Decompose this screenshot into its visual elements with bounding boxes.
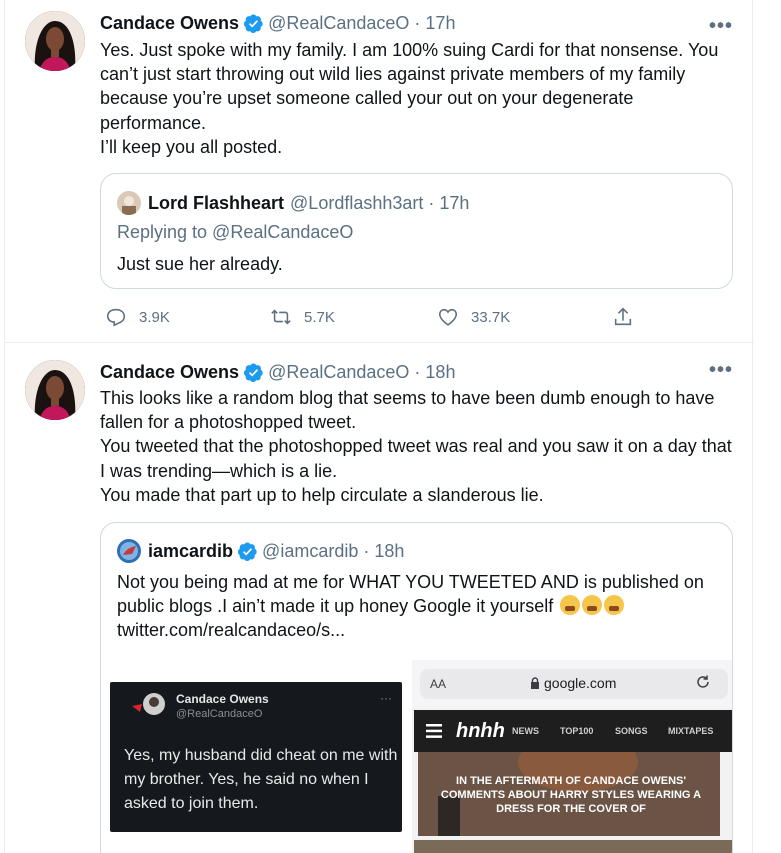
tweet-header: Candace Owens @RealCandaceO · 18h — [100, 360, 455, 384]
quoted-author-name: Lord Flashheart — [148, 192, 285, 213]
screenshot-author-name: Candace Owens — [176, 692, 269, 706]
tweet-text: Yes. Just spoke with my family. I am 100… — [100, 38, 740, 159]
browser-bar: AA google.com — [412, 660, 732, 708]
site-nav-songs: SONGS — [615, 726, 648, 736]
lock-icon — [530, 676, 540, 689]
tweet-text-line: This looks like a random blog that seems… — [100, 388, 715, 433]
retweet-icon — [271, 309, 291, 325]
timestamp[interactable]: 17h — [425, 11, 455, 35]
site-nav-news: NEWS — [512, 726, 539, 736]
quoted-author-handle: @iamcardib — [262, 540, 359, 561]
tweet-text-line: You tweeted that the photoshopped tweet … — [100, 436, 732, 481]
quoted-tweet-text: Just sue her already. — [117, 254, 283, 274]
media-image-right[interactable]: AA google.com hnhh NEWS TOP100 SONGS MIX… — [412, 660, 732, 853]
separator-dot: · — [414, 362, 421, 382]
weary-face-emoji — [560, 595, 581, 615]
article-headline: IN THE AFTERMATH OF CANDACE OWENS' COMME… — [440, 775, 702, 815]
quoted-tweet[interactable]: Lord Flashheart @Lordflashh3art · 17h Re… — [100, 173, 733, 289]
tweet[interactable]: Candace Owens @RealCandaceO · 17h ••• Ye… — [5, 0, 754, 343]
screenshot-card: ··· Candace Owens @RealCandaceO Yes, my … — [110, 682, 402, 832]
avatar — [117, 191, 141, 215]
avatar[interactable] — [25, 360, 85, 420]
separator-dot: · — [414, 13, 421, 33]
hamburger-menu-icon — [426, 724, 442, 738]
site-nav-mixtapes: MIXTAPES — [668, 726, 714, 736]
avatar — [117, 539, 141, 563]
tweet[interactable]: Candace Owens @RealCandaceO · 18h ••• Th… — [5, 344, 754, 853]
quoted-tweet-text: Not you being mad at me for WHAT YOU TWE… — [117, 570, 717, 642]
replying-to: Replying to @RealCandaceO — [117, 222, 354, 242]
separator-dot: · — [428, 192, 435, 213]
like-count: 33.7K — [471, 308, 511, 326]
text-size-button: AA — [430, 677, 447, 691]
author-handle[interactable]: @RealCandaceO — [268, 11, 409, 35]
share-icon — [614, 307, 632, 326]
timeline: Candace Owens @RealCandaceO · 17h ••• Ye… — [4, 0, 754, 853]
verified-badge-icon — [243, 13, 264, 34]
like-button[interactable]: 33.7K — [437, 302, 510, 332]
quoted-tweet-link[interactable]: twitter.com/realcandaceo/s... — [117, 620, 345, 640]
avatar[interactable] — [25, 11, 85, 71]
tweet-actions: 3.9K 5.7K 33.7K — [100, 302, 640, 332]
author-name[interactable]: Candace Owens — [100, 360, 239, 384]
svg-text:···: ··· — [380, 691, 392, 705]
share-button[interactable] — [612, 302, 646, 332]
more-icon[interactable]: ••• — [708, 16, 734, 40]
tweet-text-line: You made that part up to help circulate … — [100, 484, 544, 505]
quoted-author-handle: @Lordflashh3art — [290, 192, 424, 213]
tweet-header: Candace Owens @RealCandaceO · 17h — [100, 11, 455, 35]
site-nav-top100: TOP100 — [560, 726, 594, 736]
retweet-button[interactable]: 5.7K — [270, 302, 335, 332]
weary-face-emoji — [582, 595, 603, 615]
verified-badge-icon — [243, 362, 264, 383]
quoted-timestamp: 18h — [374, 540, 405, 561]
reply-count: 3.9K — [139, 308, 170, 326]
tweet-text-line: Yes. Just spoke with my family. I am 100… — [100, 40, 719, 133]
more-icon[interactable]: ••• — [708, 360, 734, 384]
separator-dot: · — [363, 540, 370, 561]
article-image-strip — [414, 840, 732, 853]
timestamp[interactable]: 18h — [425, 360, 455, 384]
article-hero-image: IN THE AFTERMATH OF CANDACE OWENS' COMME… — [418, 752, 720, 836]
quoted-tweet-header: iamcardib @iamcardib · 18h — [117, 539, 404, 563]
author-handle[interactable]: @RealCandaceO — [268, 360, 409, 384]
quoted-author-name: iamcardib — [148, 540, 234, 561]
screenshot-text: Yes, my husband did cheat on me with my … — [124, 747, 398, 812]
verified-badge-icon — [237, 541, 258, 562]
address-url: google.com — [544, 675, 617, 691]
media-image-left[interactable]: ··· Candace Owens @RealCandaceO Yes, my … — [101, 660, 407, 853]
tweet-text: This looks like a random blog that seems… — [100, 386, 740, 507]
reply-button[interactable]: 3.9K — [105, 302, 170, 332]
reload-icon — [695, 674, 711, 690]
avatar-image — [25, 360, 85, 420]
reply-icon — [106, 308, 126, 327]
quoted-tweet-header: Lord Flashheart @Lordflashh3art · 17h — [117, 191, 469, 215]
avatar-image — [25, 11, 85, 71]
screenshot-author-handle: @RealCandaceO — [176, 708, 263, 720]
quoted-tweet[interactable]: iamcardib @iamcardib · 18h Not you being… — [100, 522, 733, 853]
weary-face-emoji — [604, 595, 625, 615]
tweet-text-line: I’ll keep you all posted. — [100, 136, 283, 157]
retweet-count: 5.7K — [304, 308, 335, 326]
author-name[interactable]: Candace Owens — [100, 11, 239, 35]
site-header: hnhh NEWS TOP100 SONGS MIXTAPES — [414, 710, 732, 752]
site-logo: hnhh — [456, 720, 505, 742]
like-icon — [438, 308, 458, 326]
quoted-timestamp: 17h — [439, 192, 470, 213]
